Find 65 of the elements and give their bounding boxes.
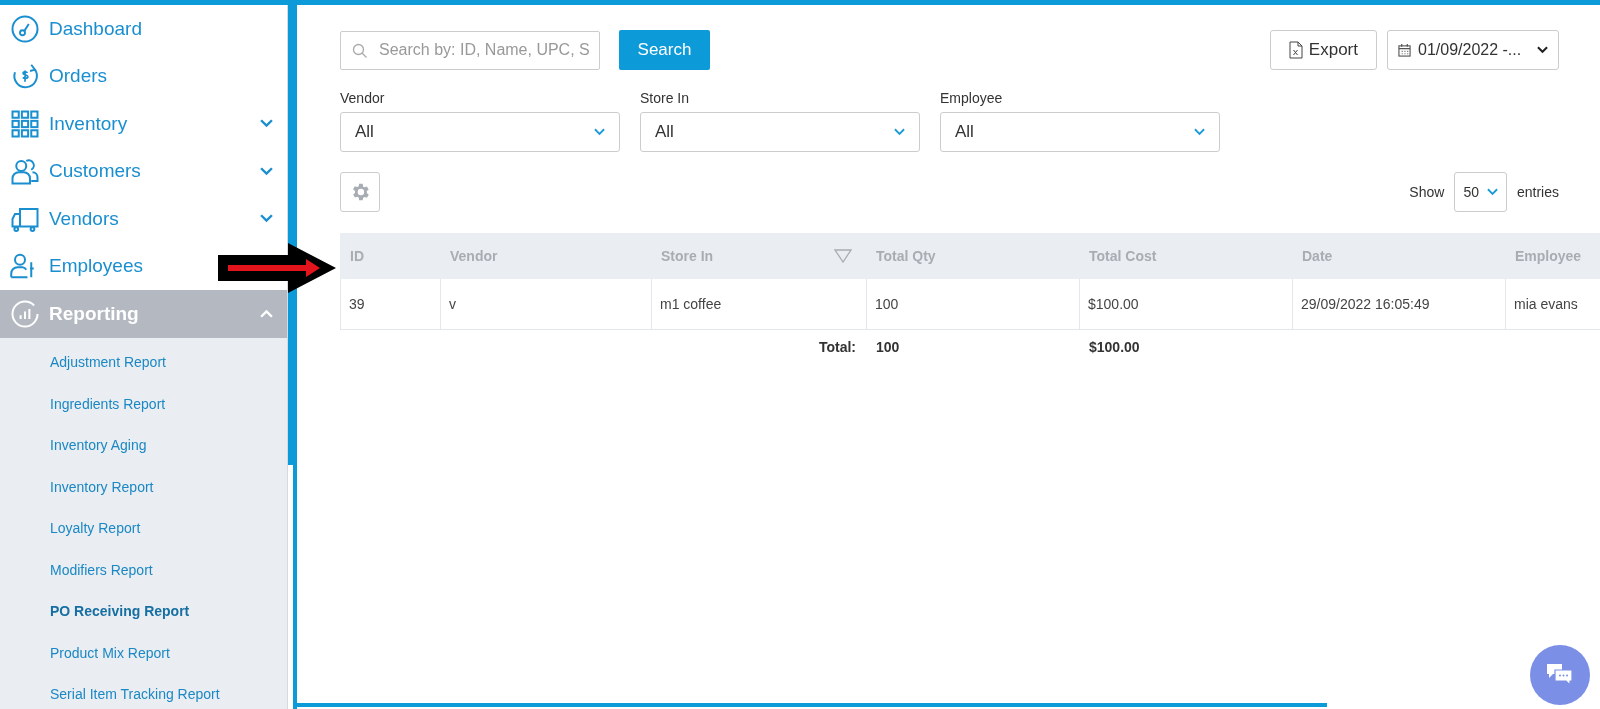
column-header[interactable]: Total Qty (876, 248, 936, 264)
column-header[interactable]: Employee (1515, 248, 1582, 264)
search-icon (352, 42, 368, 59)
chevron-down-icon (260, 119, 273, 129)
gauge-icon (10, 13, 40, 44)
column-header[interactable]: ID (350, 248, 364, 264)
chevron-up-icon (260, 309, 273, 319)
column-header[interactable]: Vendor (450, 248, 498, 264)
chevron-down-icon (1486, 188, 1498, 196)
filter-icon[interactable] (834, 249, 852, 263)
sidebar-item[interactable]: Orders (0, 52, 205, 100)
submenu-item[interactable]: Ingredients Report (0, 383, 287, 425)
entries-label: entries (1516, 184, 1559, 200)
column-header[interactable]: Date (1302, 248, 1333, 264)
chevron-down-icon (594, 128, 605, 136)
chevron-down-icon (1194, 128, 1205, 136)
table-cell: v (441, 279, 652, 329)
date-range-dropdown[interactable]: 01/09/2022 -... (1387, 30, 1559, 70)
grid-icon (10, 108, 40, 139)
chevron-down-icon (894, 128, 905, 136)
chevron-down-icon (260, 166, 273, 176)
submenu-item[interactable]: Product Mix Report (0, 632, 287, 674)
settings-button[interactable] (340, 172, 380, 212)
dropdown-field[interactable]: All (940, 112, 1220, 152)
sidebar-item[interactable]: Employees (0, 242, 205, 290)
sidebar-item[interactable]: Vendors (0, 195, 287, 243)
table-cell: m1 coffee (652, 279, 867, 329)
chevron-down-icon (1537, 46, 1548, 54)
submenu-item[interactable]: Inventory Report (0, 466, 287, 508)
dropdown-field[interactable]: All (340, 112, 620, 152)
submenu-item[interactable]: PO Receiving Report (0, 590, 287, 632)
spreadsheet-file-icon (1288, 41, 1303, 59)
export-button[interactable]: Export (1269, 30, 1377, 70)
submenu-item[interactable]: Adjustment Report (0, 341, 287, 383)
submenu-item[interactable]: Loyalty Report (0, 507, 287, 549)
table-cell: mia evans (1506, 279, 1600, 329)
table-cell: 29/09/2022 16:05:49 (1293, 279, 1506, 329)
submenu-item[interactable]: Modifiers Report (0, 549, 287, 591)
show-label: Show (1409, 184, 1445, 200)
sidebar-item[interactable]: Inventory (0, 100, 287, 148)
sidebar-item[interactable]: Reporting (0, 290, 287, 338)
submenu-item[interactable]: Serial Item Tracking Report (0, 673, 287, 709)
field-label: Store In (640, 90, 691, 106)
people-icon (10, 156, 40, 187)
total-label: Total: (818, 339, 856, 355)
submenu-item[interactable]: Inventory Aging (0, 424, 287, 466)
table-cell: 39 (341, 279, 441, 329)
sidebar-item[interactable]: Customers (0, 147, 287, 195)
search-field[interactable]: Search by: ID, Name, UPC, S (340, 30, 600, 70)
column-header[interactable]: Total Cost (1089, 248, 1157, 264)
table-cell: 100 (867, 279, 1080, 329)
field-label: Vendor (340, 90, 386, 106)
dropdown-field[interactable]: All (640, 112, 920, 152)
sidebar-item[interactable]: Dashboard (0, 5, 205, 53)
search-button[interactable]: Search (619, 30, 710, 70)
field-label: Employee (940, 90, 1004, 106)
total-value: 100 (876, 339, 900, 355)
page-size-dropdown[interactable]: 50 (1454, 172, 1507, 212)
chart-circle-icon (10, 298, 40, 329)
chevron-down-icon (260, 214, 273, 224)
chat-button[interactable] (1530, 645, 1590, 705)
table-cell: $100.00 (1080, 279, 1293, 329)
calendar-icon (1398, 43, 1411, 57)
total-value: $100.00 (1089, 339, 1140, 355)
column-header[interactable]: Store In (661, 248, 714, 264)
